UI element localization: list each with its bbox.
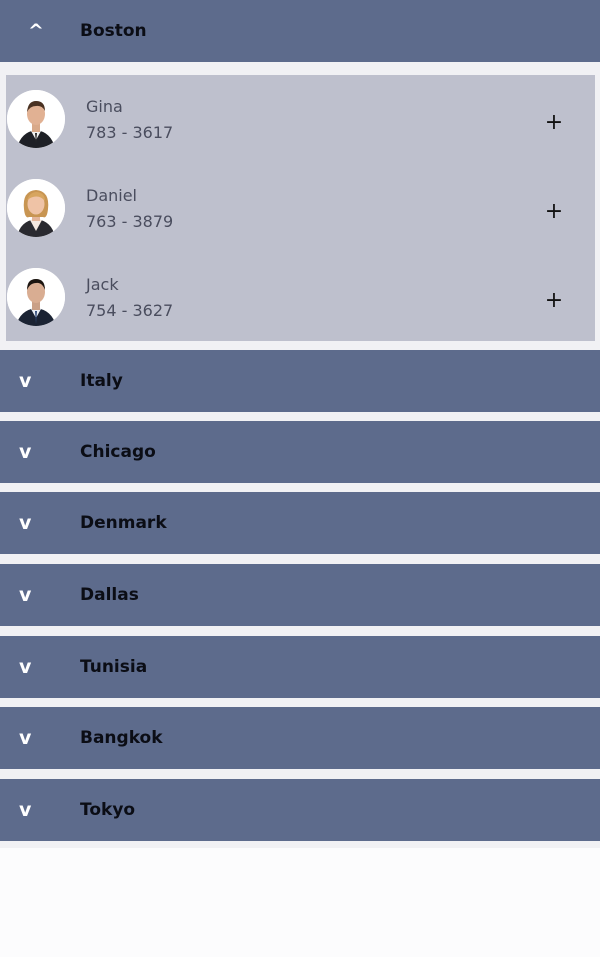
avatar	[7, 268, 65, 326]
chevron-down-icon: v	[19, 370, 32, 392]
contact-row: Daniel 763 - 3879 +	[6, 164, 595, 253]
group-panel-boston: Gina 783 - 3617 + Daniel 763 - 3879 + Ja…	[6, 75, 595, 341]
contact-name: Gina	[86, 97, 123, 116]
group-title: Dallas	[80, 585, 139, 605]
group-title: Tokyo	[80, 800, 136, 820]
group-title: Tunisia	[80, 657, 148, 677]
chevron-down-icon: v	[19, 441, 32, 463]
chevron-down-icon: v	[19, 512, 32, 534]
accordion-list: ^ Boston Gina 783 - 3617 + Daniel 763 - …	[0, 0, 600, 848]
group-header-chicago[interactable]: v Chicago	[0, 421, 600, 483]
chevron-up-icon: ^	[28, 20, 44, 42]
chevron-down-icon: v	[19, 727, 32, 749]
group-header-denmark[interactable]: v Denmark	[0, 492, 600, 554]
contact-name: Daniel	[86, 186, 137, 205]
add-contact-button[interactable]: +	[543, 110, 565, 135]
add-contact-button[interactable]: +	[543, 288, 565, 313]
chevron-down-icon: v	[19, 584, 32, 606]
group-header-italy[interactable]: v Italy	[0, 350, 600, 412]
group-title: Chicago	[80, 442, 156, 462]
contact-row: Gina 783 - 3617 +	[6, 75, 595, 164]
group-header-dallas[interactable]: v Dallas	[0, 564, 600, 626]
contact-phone: 754 - 3627	[86, 301, 174, 320]
avatar	[7, 179, 65, 237]
group-title: Denmark	[80, 513, 167, 533]
group-title: Italy	[80, 371, 123, 391]
group-title: Boston	[80, 21, 147, 41]
group-header-tokyo[interactable]: v Tokyo	[0, 779, 600, 841]
contact-name: Jack	[86, 275, 119, 294]
avatar	[7, 90, 65, 148]
group-title: Bangkok	[80, 728, 163, 748]
group-header-boston[interactable]: ^ Boston	[0, 0, 600, 62]
contact-row: Jack 754 - 3627 +	[6, 253, 595, 342]
contact-phone: 783 - 3617	[86, 123, 174, 142]
chevron-down-icon: v	[19, 656, 32, 678]
contact-phone: 763 - 3879	[86, 212, 174, 231]
group-header-tunisia[interactable]: v Tunisia	[0, 636, 600, 698]
add-contact-button[interactable]: +	[543, 199, 565, 224]
group-header-bangkok[interactable]: v Bangkok	[0, 707, 600, 769]
chevron-down-icon: v	[19, 799, 32, 821]
